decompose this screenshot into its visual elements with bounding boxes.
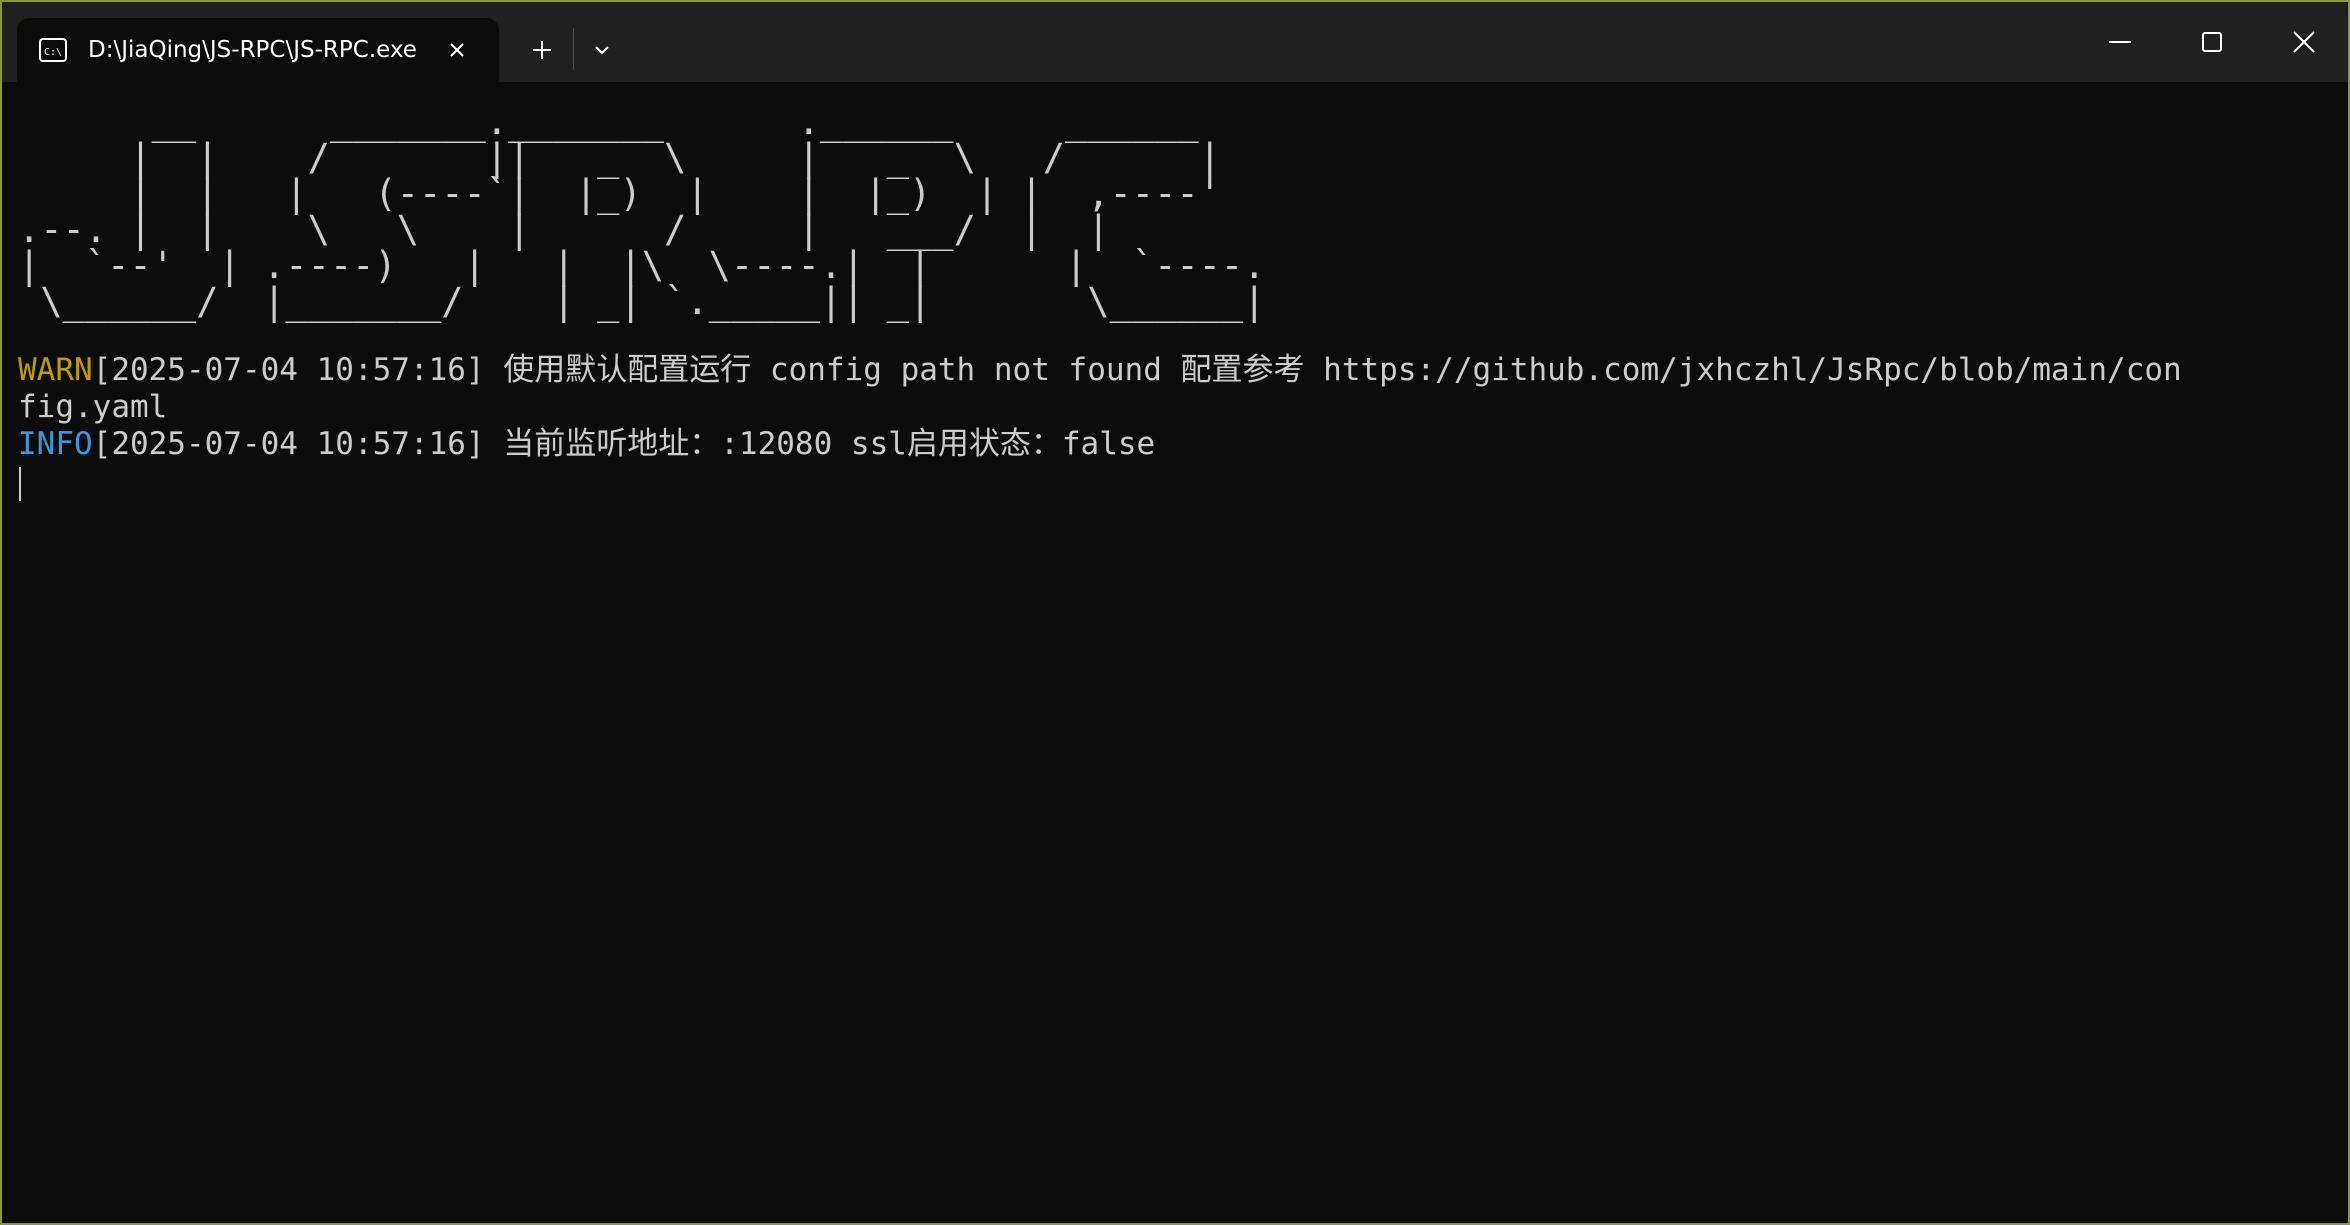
new-tab-button[interactable] — [522, 30, 562, 70]
log-level-warn: WARN — [18, 352, 93, 388]
tab-title: D:\JiaQing\JS-RPC\JS-RPC.exe — [88, 37, 417, 63]
plus-icon — [533, 41, 551, 59]
maximize-button[interactable] — [2166, 2, 2258, 82]
tab-close-icon[interactable] — [443, 36, 471, 64]
tab-js-rpc[interactable]: C:\ D:\JiaQing\JS-RPC\JS-RPC.exe — [17, 18, 499, 82]
chevron-down-icon — [595, 46, 609, 55]
title-bar[interactable]: C:\ D:\JiaQing\JS-RPC\JS-RPC.exe — [2, 2, 2348, 82]
minimize-button[interactable] — [2074, 2, 2166, 82]
ascii-banner: __ _______._______ .______ ______ | | / … — [18, 100, 1266, 323]
svg-text:C:\: C:\ — [44, 47, 62, 58]
log-message: [2025-07-04 10:57:16] 使用默认配置运行 config pa… — [92, 352, 2182, 388]
terminal-icon: C:\ — [39, 38, 67, 62]
log-line-info: INFO[2025-07-04 10:57:16] 当前监听地址：:12080 … — [18, 426, 2318, 463]
log-line-continuation: fig.yaml — [18, 389, 2318, 426]
tab-dropdown-button[interactable] — [582, 30, 622, 70]
minimize-icon — [2109, 41, 2131, 43]
log-message: fig.yaml — [18, 389, 168, 425]
tab-separator — [573, 28, 574, 70]
close-window-button[interactable] — [2258, 2, 2348, 82]
log-message: [2025-07-04 10:57:16] 当前监听地址：:12080 ssl启… — [92, 426, 1156, 462]
text-cursor — [19, 467, 21, 501]
terminal-window: C:\ D:\JiaQing\JS-RPC\JS-RPC.exe __ ____… — [2, 2, 2348, 1223]
close-icon — [2293, 31, 2315, 53]
log-level-info: INFO — [18, 426, 93, 462]
maximize-icon — [2202, 32, 2222, 52]
log-line-warn: WARN[2025-07-04 10:57:16] 使用默认配置运行 confi… — [18, 352, 2318, 389]
terminal-output[interactable]: __ _______._______ .______ ______ | | / … — [2, 82, 2348, 1223]
